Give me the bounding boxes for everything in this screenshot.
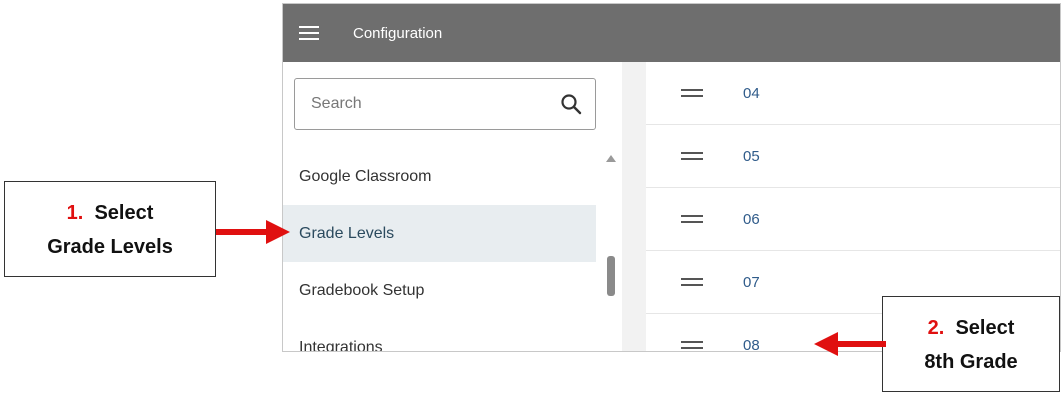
callout-2-line-1: 2. Select bbox=[883, 311, 1059, 345]
top-bar: Configuration bbox=[283, 4, 1060, 62]
callout-1-number: 1. bbox=[66, 202, 84, 224]
hamburger-menu-icon[interactable] bbox=[299, 24, 323, 42]
grade-row: 06 bbox=[646, 188, 1060, 251]
callout-2-line-2: 8th Grade bbox=[924, 351, 1018, 373]
arrow-right-icon bbox=[216, 220, 290, 244]
callout-1-line-2: Grade Levels bbox=[47, 236, 173, 258]
sidebar-item-gradebook-setup[interactable]: Gradebook Setup bbox=[283, 262, 596, 319]
scrollbar-thumb[interactable] bbox=[607, 256, 615, 296]
grade-link-08[interactable]: 08 bbox=[743, 337, 760, 352]
callout-select-grade-levels: 1. Select Grade Levels bbox=[4, 181, 216, 277]
grade-link-07[interactable]: 07 bbox=[743, 274, 760, 291]
callout-2-text: Select bbox=[955, 317, 1015, 339]
page-title: Configuration bbox=[353, 24, 443, 42]
callout-2-number: 2. bbox=[927, 317, 945, 339]
drag-handle-icon[interactable] bbox=[681, 277, 705, 287]
drag-handle-icon[interactable] bbox=[681, 214, 705, 224]
config-list: Google Classroom Grade Levels Gradebook … bbox=[283, 148, 598, 352]
panel-divider bbox=[622, 62, 646, 351]
grade-link-06[interactable]: 06 bbox=[743, 211, 760, 228]
drag-handle-icon[interactable] bbox=[681, 151, 705, 161]
callout-1-line-1: 1. Select bbox=[5, 196, 215, 230]
scroll-up-arrow-icon[interactable] bbox=[606, 155, 616, 162]
sidebar-item-integrations[interactable]: Integrations bbox=[283, 319, 596, 352]
drag-handle-icon[interactable] bbox=[681, 340, 705, 350]
callout-1-text: Select bbox=[94, 202, 154, 224]
sidebar-item-google-classroom[interactable]: Google Classroom bbox=[283, 148, 596, 205]
arrow-left-icon bbox=[814, 332, 886, 356]
grade-row: 04 bbox=[646, 62, 1060, 125]
callout-select-8th-grade: 2. Select 8th Grade bbox=[882, 296, 1060, 392]
sidebar-scrollbar[interactable] bbox=[605, 150, 619, 351]
grade-row: 05 bbox=[646, 125, 1060, 188]
sidebar: Google Classroom Grade Levels Gradebook … bbox=[283, 62, 623, 351]
grade-link-05[interactable]: 05 bbox=[743, 148, 760, 165]
sidebar-item-grade-levels[interactable]: Grade Levels bbox=[283, 205, 596, 262]
search-box bbox=[294, 78, 596, 130]
drag-handle-icon[interactable] bbox=[681, 88, 705, 98]
grade-link-04[interactable]: 04 bbox=[743, 85, 760, 102]
search-input[interactable] bbox=[309, 94, 559, 114]
search-icon[interactable] bbox=[559, 92, 583, 116]
